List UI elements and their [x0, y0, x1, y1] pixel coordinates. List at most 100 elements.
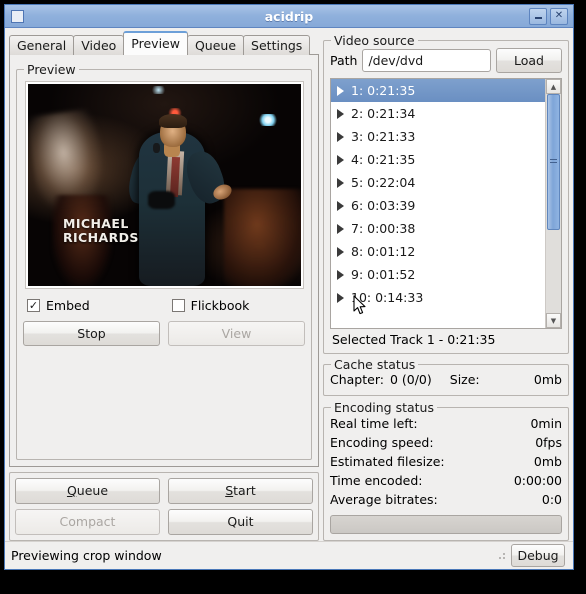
close-icon: ✕ — [554, 10, 564, 21]
start-button[interactable]: Start — [168, 478, 313, 504]
embed-checkbox-item[interactable]: ✓ Embed — [27, 298, 90, 313]
selected-track-label: Selected Track 1 - 0:21:35 — [332, 332, 496, 347]
track-row[interactable]: 1: 0:21:35 — [331, 79, 545, 102]
track-label: 1: 0:21:35 — [351, 83, 416, 98]
close-button[interactable]: ✕ — [550, 7, 568, 25]
scroll-down-icon[interactable]: ▼ — [546, 313, 561, 328]
real-time-left-label: Real time left: — [330, 416, 418, 431]
stop-button[interactable]: Stop — [23, 321, 160, 346]
expander-triangle-icon[interactable] — [337, 292, 344, 303]
average-bitrates-label: Average bitrates: — [330, 492, 438, 507]
video-spotlight-blue-right — [256, 114, 279, 127]
encoding-status-row: Time encoded: 0:00:00 — [330, 471, 562, 490]
scrollbar-trough[interactable] — [546, 94, 561, 313]
window-title: acidrip — [264, 8, 314, 24]
video-performer-hair — [158, 114, 188, 129]
track-row[interactable]: 4: 0:21:35 — [331, 148, 545, 171]
quit-button[interactable]: Quit — [168, 509, 313, 535]
track-row[interactable]: 6: 0:03:39 — [331, 194, 545, 217]
encoding-status-row: Average bitrates: 0:0 — [330, 490, 562, 509]
path-row: Path /dev/dvd Load — [330, 48, 562, 73]
chapter-value: 0 (0/0) — [389, 372, 432, 387]
expander-triangle-icon[interactable] — [337, 85, 344, 96]
statusbar: Previewing crop window Debug — [5, 541, 573, 569]
preview-options-row: ✓ Embed Flickbook — [27, 298, 305, 313]
encoding-status-row: Real time left: 0min — [330, 414, 562, 433]
compact-button: Compact — [15, 509, 160, 535]
video-credit-text: MICHAEL RICHARDS — [63, 217, 139, 245]
scrollbar-thumb[interactable] — [547, 94, 560, 230]
track-row[interactable]: 8: 0:01:12 — [331, 240, 545, 263]
encoding-speed-value: 0fps — [535, 435, 562, 450]
flickbook-checkbox-item[interactable]: Flickbook — [171, 298, 249, 313]
track-label: 6: 0:03:39 — [351, 198, 416, 213]
bottom-button-row-2: Compact Quit — [15, 509, 313, 535]
minimize-button[interactable] — [529, 7, 547, 25]
track-row[interactable]: 3: 0:21:33 — [331, 125, 545, 148]
checkmark-icon: ✓ — [28, 299, 39, 312]
expander-triangle-icon[interactable] — [337, 246, 344, 257]
encoding-speed-label: Encoding speed: — [330, 435, 434, 450]
resize-grip-icon[interactable] — [496, 550, 507, 561]
bottom-button-group: Queue Start Compact Quit — [9, 472, 319, 541]
cache-status-line: Chapter: 0 (0/0) Size: 0mb — [330, 371, 562, 389]
bottom-button-row-1: Queue Start — [15, 478, 313, 504]
track-row[interactable]: 2: 0:21:34 — [331, 102, 545, 125]
video-credit-line-2: RICHARDS — [62, 230, 139, 246]
expander-triangle-icon[interactable] — [337, 154, 344, 165]
path-input[interactable]: /dev/dvd — [362, 49, 491, 72]
expander-triangle-icon[interactable] — [337, 223, 344, 234]
tab-queue[interactable]: Queue — [186, 35, 245, 55]
video-credit-line-1: MICHAEL — [62, 216, 129, 232]
cache-size-value: 0mb — [533, 372, 562, 387]
preview-action-row: Stop View — [23, 321, 305, 346]
time-encoded-value: 0:00:00 — [513, 473, 562, 488]
load-button[interactable]: Load — [496, 48, 562, 73]
encoding-status-row: Encoding speed: 0fps — [330, 433, 562, 452]
scrollbar-grip-icon — [550, 159, 557, 165]
track-row[interactable]: 7: 0:00:38 — [331, 217, 545, 240]
flickbook-checkbox[interactable] — [171, 299, 185, 312]
queue-button-mnemonic: Q — [66, 483, 77, 498]
video-spotlight-blue-top — [150, 86, 167, 95]
track-label: 5: 0:22:04 — [351, 175, 416, 190]
window-titlebar[interactable]: acidrip ✕ — [5, 5, 573, 28]
track-row[interactable]: 5: 0:22:04 — [331, 171, 545, 194]
main-columns: General Video Preview Queue Settings Pre… — [5, 28, 573, 541]
window-controls: ✕ — [529, 7, 568, 25]
start-button-mnemonic: S — [225, 483, 234, 498]
expander-triangle-icon[interactable] — [337, 200, 344, 211]
expander-triangle-icon[interactable] — [337, 177, 344, 188]
tab-video[interactable]: Video — [73, 35, 125, 55]
tab-settings[interactable]: Settings — [243, 35, 311, 55]
track-label: 8: 0:01:12 — [351, 244, 416, 259]
track-row[interactable]: 10: 0:14:33 — [331, 286, 545, 309]
status-message: Previewing crop window — [11, 548, 162, 563]
expander-triangle-icon[interactable] — [337, 131, 344, 142]
chapter-label: Chapter: — [330, 372, 384, 387]
tab-preview[interactable]: Preview — [123, 31, 188, 55]
start-button-label: tart — [233, 483, 256, 498]
track-row[interactable]: 9: 0:01:52 — [331, 263, 545, 286]
window-icon — [11, 9, 24, 23]
embed-checkbox[interactable]: ✓ — [27, 299, 40, 312]
video-source-group-title: Video source — [331, 33, 418, 48]
preview-group: Preview MICHAEL RICHARDS ✓ Embed Flickbo… — [16, 62, 312, 460]
encoding-status-group: Encoding status Real time left: 0min Enc… — [323, 400, 569, 541]
track-list-scrollbar[interactable]: ▲ ▼ — [545, 79, 561, 328]
notebook-tabbar: General Video Preview Queue Settings — [9, 31, 319, 55]
expander-triangle-icon[interactable] — [337, 269, 344, 280]
expander-triangle-icon[interactable] — [337, 108, 344, 119]
video-audience-right — [224, 189, 301, 286]
scroll-up-icon[interactable]: ▲ — [546, 79, 561, 94]
video-preview-area[interactable]: MICHAEL RICHARDS — [24, 81, 304, 289]
track-list[interactable]: 1: 0:21:35 2: 0:21:34 3: 0:21:33 4: 0:21… — [331, 79, 545, 328]
tab-general[interactable]: General — [9, 35, 75, 55]
queue-button[interactable]: Queue — [15, 478, 160, 504]
debug-button[interactable]: Debug — [511, 544, 565, 567]
track-label: 2: 0:21:34 — [351, 106, 416, 121]
path-label: Path — [330, 53, 358, 68]
average-bitrates-value: 0:0 — [541, 492, 562, 507]
track-label: 4: 0:21:35 — [351, 152, 416, 167]
video-microphone — [153, 142, 161, 153]
